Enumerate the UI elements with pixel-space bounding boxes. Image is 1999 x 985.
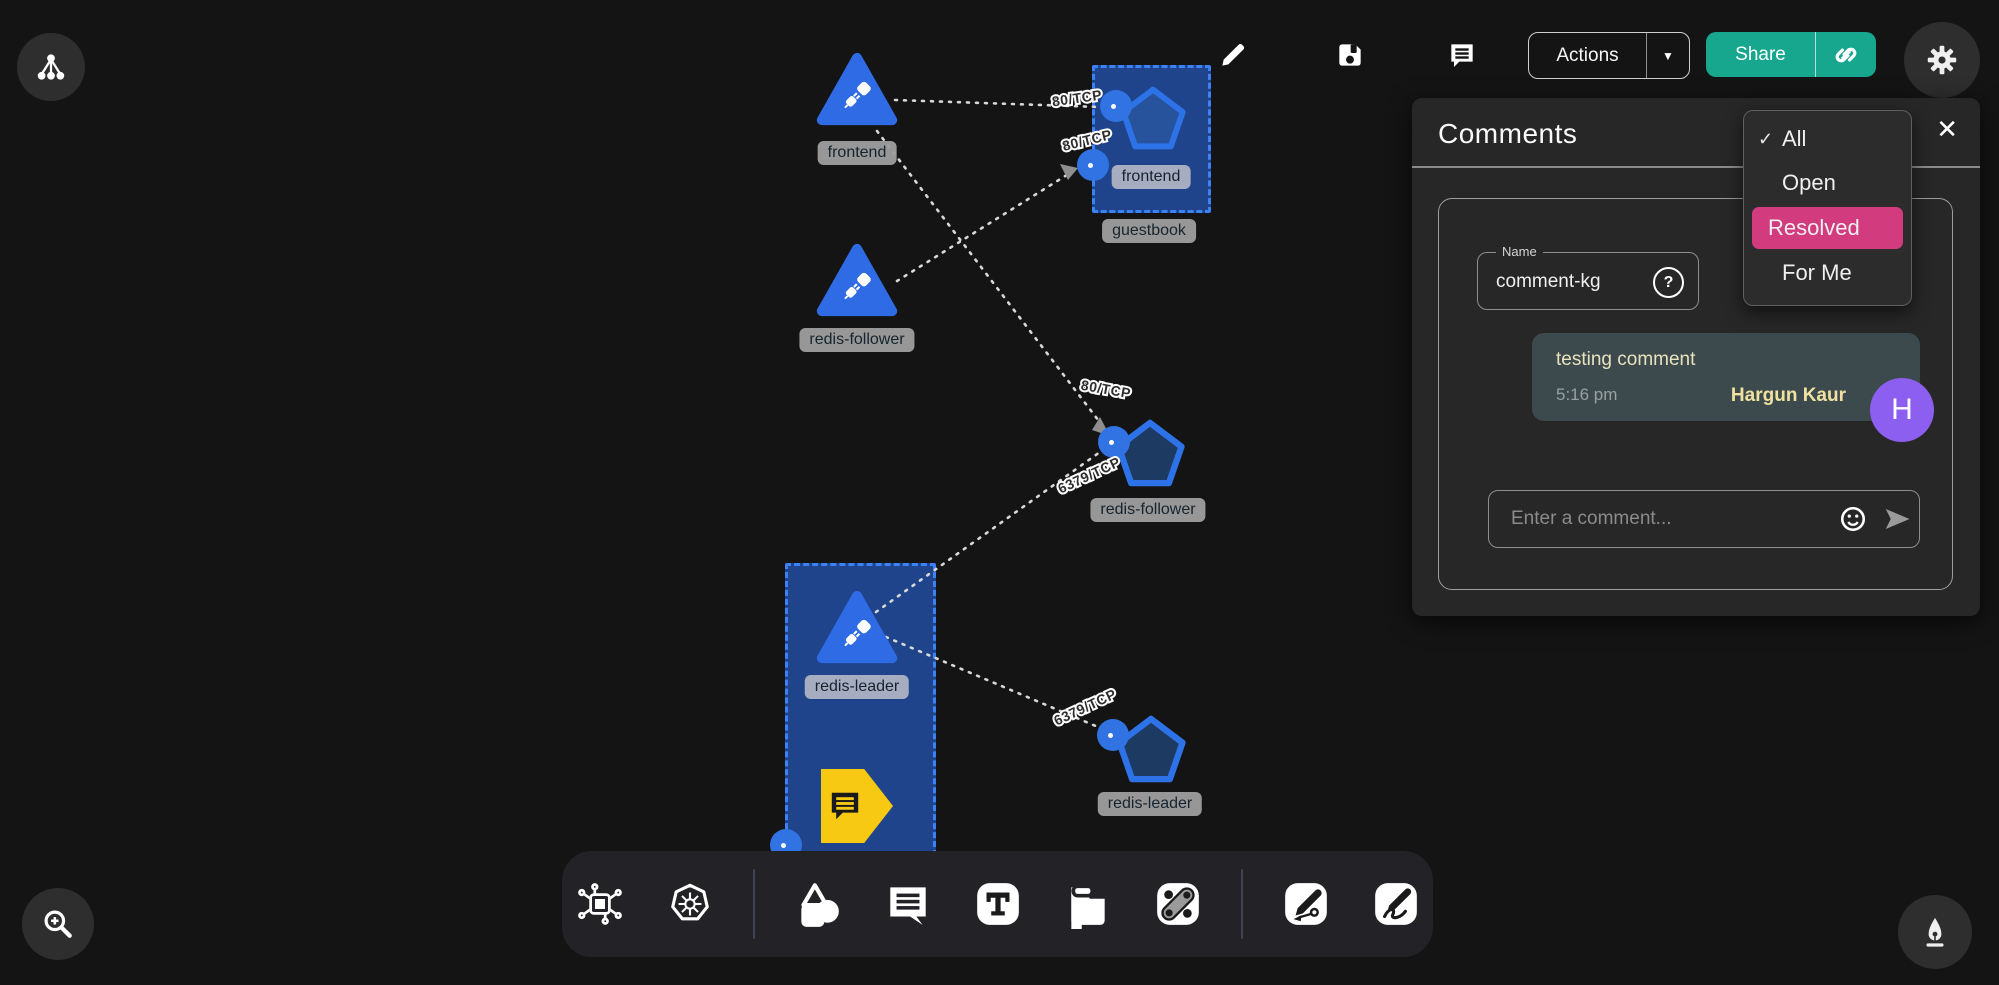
zoom-in-icon (41, 907, 75, 941)
comment-icon (883, 879, 933, 929)
node-redis-leader-deployment[interactable] (1116, 712, 1186, 786)
comments-toggle-button[interactable] (1444, 37, 1480, 73)
name-input[interactable] (1494, 253, 1648, 311)
comment-bubble-icon (823, 784, 867, 828)
node-label: redis-leader (805, 675, 909, 699)
node-redis-follower-service[interactable] (816, 241, 898, 319)
edit-button[interactable] (1215, 37, 1251, 73)
connector-tool-button[interactable] (1151, 877, 1205, 931)
comment-tool-button[interactable] (881, 877, 935, 931)
toolbar-divider (753, 869, 755, 939)
group-label: guestbook (1102, 219, 1196, 243)
send-icon (1882, 504, 1912, 534)
node-frontend-service[interactable] (816, 50, 898, 128)
gear-icon (1923, 41, 1961, 79)
bottom-toolbar (562, 851, 1433, 957)
kdl-icon (575, 879, 625, 929)
settings-button[interactable] (1904, 22, 1980, 98)
shapes-tool-button[interactable] (791, 877, 845, 931)
kdl-tool-button[interactable] (573, 877, 627, 931)
pencil-icon (1217, 39, 1249, 71)
draw-mode-button[interactable] (1898, 895, 1972, 969)
filter-option-resolved[interactable]: Resolved (1752, 207, 1903, 249)
filter-option-all[interactable]: ✓ All (1744, 117, 1911, 161)
save-icon (1334, 39, 1366, 71)
link-icon (1831, 40, 1861, 70)
node-label: frontend (818, 141, 897, 165)
hierarchy-view-button[interactable] (17, 33, 85, 101)
scribble-icon (1371, 879, 1421, 929)
port-frontend-80[interactable] (1100, 90, 1132, 122)
filter-option-label: For Me (1782, 260, 1852, 286)
toolbar-divider (1241, 869, 1243, 939)
filter-option-label: All (1782, 126, 1806, 152)
frame-icon (1063, 879, 1113, 929)
filter-option-for-me[interactable]: For Me (1744, 251, 1911, 295)
comment-time: 5:16 pm (1556, 385, 1617, 405)
shapes-icon (793, 879, 843, 929)
hierarchy-icon (36, 52, 66, 82)
diagram-app: frontend frontend guestbook redis-follow… (0, 0, 1999, 985)
port-redis-leader[interactable] (1097, 719, 1129, 751)
node-label: frontend (1112, 165, 1191, 189)
filter-option-label: Open (1782, 170, 1836, 196)
deployment-pentagon-icon (1116, 712, 1186, 786)
scribble-tool-button[interactable] (1369, 877, 1423, 931)
comment-filter-menu: ✓ All Open Resolved For Me (1743, 110, 1912, 306)
comment-bubble[interactable]: testing comment 5:16 pm Hargun Kaur (1532, 333, 1920, 421)
node-label: redis-follower (1090, 498, 1205, 522)
comment-composer[interactable] (1488, 490, 1920, 548)
copy-link-button[interactable] (1816, 40, 1876, 70)
comment-text: testing comment (1556, 349, 1695, 371)
edge-label: 80/TCP (1080, 377, 1132, 402)
kubernetes-tool-button[interactable] (663, 877, 717, 931)
pen-path-icon (1281, 879, 1331, 929)
send-button[interactable] (1875, 504, 1919, 534)
connector-icon (1153, 879, 1203, 929)
service-triangle-icon (816, 241, 898, 319)
comment-name-field[interactable]: Name ? (1477, 252, 1699, 310)
smiley-icon (1839, 505, 1867, 533)
zoom-button[interactable] (22, 888, 94, 960)
node-label: redis-follower (799, 328, 914, 352)
check-icon: ✓ (1758, 129, 1782, 150)
comment-icon (1446, 39, 1478, 71)
comment-author: Hargun Kaur (1731, 385, 1846, 407)
node-frontend-deployment[interactable] (1120, 82, 1186, 154)
help-icon[interactable]: ? (1653, 267, 1684, 298)
chevron-down-icon[interactable]: ▼ (1647, 49, 1689, 63)
panel-title: Comments (1438, 118, 1577, 150)
pen-tool-button[interactable] (1279, 877, 1333, 931)
share-button[interactable]: Share (1706, 32, 1876, 77)
node-label: redis-leader (1098, 792, 1202, 816)
close-icon[interactable]: ✕ (1936, 114, 1958, 145)
save-button[interactable] (1332, 37, 1368, 73)
frame-tool-button[interactable] (1061, 877, 1115, 931)
share-label: Share (1706, 44, 1815, 66)
comment-input[interactable] (1509, 507, 1831, 531)
pen-nib-icon (1918, 915, 1952, 949)
actions-button[interactable]: Actions ▼ (1528, 32, 1690, 79)
deployment-pentagon-icon (1120, 82, 1186, 154)
node-redis-leader-service[interactable] (816, 588, 898, 666)
avatar: H (1870, 378, 1934, 442)
service-triangle-icon (816, 50, 898, 128)
edge-label: 6379/TCP (1055, 454, 1123, 497)
service-triangle-icon (816, 588, 898, 666)
text-icon (973, 879, 1023, 929)
text-tool-button[interactable] (971, 877, 1025, 931)
filter-option-label: Resolved (1768, 215, 1860, 241)
actions-label: Actions (1529, 45, 1646, 67)
kubernetes-icon (664, 878, 716, 930)
emoji-button[interactable] (1831, 505, 1875, 533)
port-frontend-80b[interactable] (1077, 149, 1109, 181)
filter-option-open[interactable]: Open (1744, 161, 1911, 205)
